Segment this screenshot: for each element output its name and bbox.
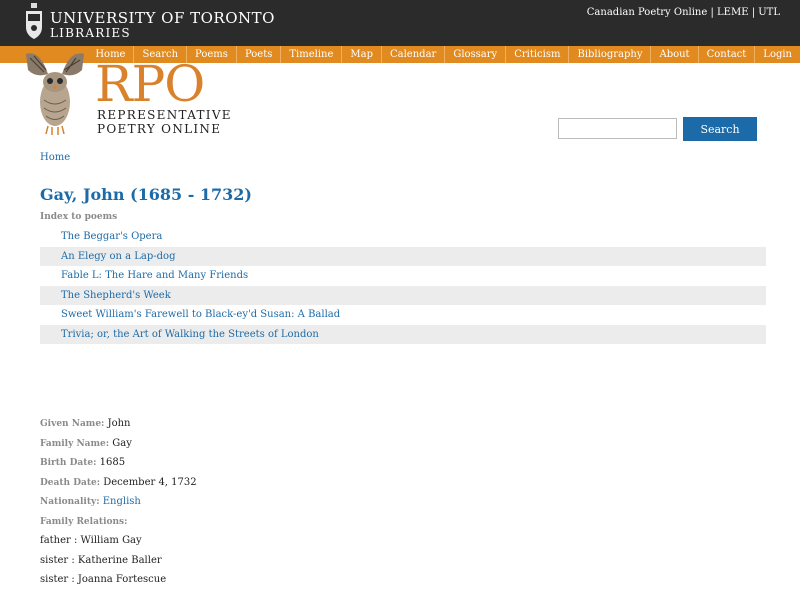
nav-item-calendar[interactable]: Calendar xyxy=(381,46,444,63)
nationality-row: Nationality: English xyxy=(40,492,440,512)
nav-item-map[interactable]: Map xyxy=(341,46,381,63)
family-relations-label: Family Relations: xyxy=(40,516,128,527)
birth-date-value: 1685 xyxy=(99,457,126,468)
poem-link[interactable]: The Beggar's Opera xyxy=(61,231,162,242)
relation-item: sister : Joanna Fortescue xyxy=(40,574,167,585)
given-name-row: Given Name: John xyxy=(40,414,440,434)
uoft-crest-icon[interactable] xyxy=(24,3,44,41)
list-item: Sweet William's Farewell to Black-ey'd S… xyxy=(40,305,766,325)
nav-item-contact[interactable]: Contact xyxy=(697,46,755,63)
family-name-value: Gay xyxy=(112,437,132,449)
nav-item-criticism[interactable]: Criticism xyxy=(505,46,568,63)
search-input[interactable] xyxy=(558,118,677,139)
relation-item: father : William Gay xyxy=(40,535,142,546)
nav-item-about[interactable]: About xyxy=(650,46,697,63)
top-bar: UNIVERSITY OF TORONTO LIBRARIES Canadian… xyxy=(0,0,800,46)
top-links: Canadian Poetry Online | LEME | UTL xyxy=(587,7,780,18)
birth-date-row: Birth Date: 1685 xyxy=(40,453,440,473)
nav-item-bibliography[interactable]: Bibliography xyxy=(568,46,650,63)
death-date-row: Death Date: December 4, 1732 xyxy=(40,473,440,493)
nationality-link[interactable]: English xyxy=(103,496,141,507)
poem-link[interactable]: The Shepherd's Week xyxy=(61,290,171,301)
relation-item: sister : Katherine Baller xyxy=(40,554,162,566)
poem-link[interactable]: Fable L: The Hare and Many Friends xyxy=(61,270,248,281)
rpo-subtitle-line1: REPRESENTATIVE xyxy=(97,108,232,122)
list-item: The Beggar's Opera xyxy=(40,227,766,247)
family-name-label: Family Name: xyxy=(40,438,110,449)
nationality-label: Nationality: xyxy=(40,497,100,507)
poem-list: The Beggar's Opera An Elegy on a Lap-dog… xyxy=(40,227,766,344)
uoft-wordmark[interactable]: UNIVERSITY OF TORONTO LIBRARIES xyxy=(50,10,275,40)
nav-item-timeline[interactable]: Timeline xyxy=(280,46,341,63)
page-title: Gay, John (1685 - 1732) xyxy=(40,185,252,204)
family-name-row: Family Name: Gay xyxy=(40,434,440,454)
breadcrumb-home[interactable]: Home xyxy=(40,152,70,163)
nav-item-glossary[interactable]: Glossary xyxy=(444,46,505,63)
poem-link[interactable]: An Elegy on a Lap-dog xyxy=(61,251,175,262)
search-button[interactable]: Search xyxy=(683,117,757,141)
given-name-label: Given Name: xyxy=(40,419,105,429)
poem-link[interactable]: Sweet William's Farewell to Black-ey'd S… xyxy=(61,309,340,320)
poet-details: Given Name: John Family Name: Gay Birth … xyxy=(40,414,440,590)
given-name-value: John xyxy=(107,418,131,429)
list-item: An Elegy on a Lap-dog xyxy=(40,246,766,266)
index-to-poems-label: Index to poems xyxy=(40,212,118,222)
poem-link[interactable]: Trivia; or, the Art of Walking the Stree… xyxy=(61,329,319,340)
birth-date-label: Birth Date: xyxy=(40,458,97,468)
top-link-leme[interactable]: LEME xyxy=(717,7,748,18)
list-item: Trivia; or, the Art of Walking the Stree… xyxy=(40,324,766,344)
nav-item-poets[interactable]: Poets xyxy=(235,46,280,63)
uoft-wordmark-line1: UNIVERSITY OF TORONTO xyxy=(50,9,275,27)
death-date-label: Death Date: xyxy=(40,477,101,488)
top-link-canadian-poetry-online[interactable]: Canadian Poetry Online xyxy=(587,7,707,18)
family-relations-row: Family Relations: xyxy=(40,512,440,532)
list-item: The Shepherd's Week xyxy=(40,285,766,305)
rpo-subtitle-line2: POETRY ONLINE xyxy=(97,122,222,136)
nav-item-login[interactable]: Login xyxy=(754,46,800,63)
owl-logo-icon[interactable] xyxy=(22,48,88,138)
rpo-logo-text[interactable]: RPO xyxy=(95,58,205,110)
uoft-wordmark-line2: LIBRARIES xyxy=(50,26,131,40)
top-link-utl[interactable]: UTL xyxy=(758,7,780,18)
rpo-logo-subtitle: REPRESENTATIVE POETRY ONLINE xyxy=(97,108,232,136)
list-item: Fable L: The Hare and Many Friends xyxy=(40,266,766,286)
death-date-value: December 4, 1732 xyxy=(103,476,197,488)
